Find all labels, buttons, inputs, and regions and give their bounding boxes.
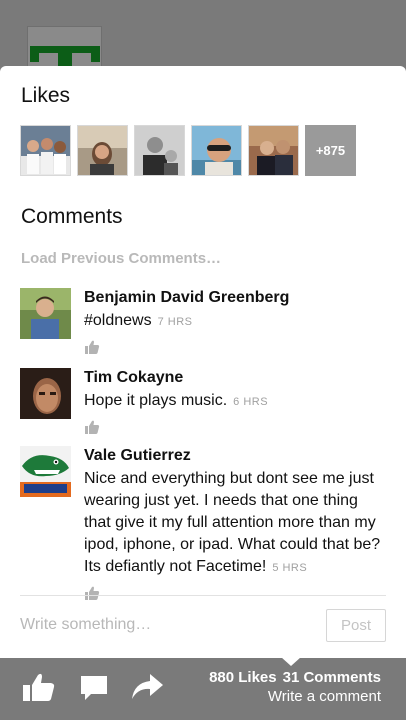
comment-text: #oldnews [84, 312, 152, 329]
comment-input[interactable] [20, 610, 310, 640]
share-icon[interactable] [130, 672, 164, 702]
likes-heading: Likes [21, 84, 71, 107]
comments-heading: Comments [21, 205, 123, 228]
commenter-avatar[interactable] [20, 288, 71, 339]
comment-timestamp: 6 HRS [233, 396, 269, 408]
commenter-name[interactable]: Benjamin David Greenberg [84, 288, 386, 308]
liker-avatar[interactable] [134, 125, 185, 176]
liker-avatar[interactable] [191, 125, 242, 176]
commenter-avatar[interactable] [20, 368, 71, 419]
post-button[interactable]: Post [326, 609, 386, 642]
commenter-avatar[interactable] [20, 446, 71, 497]
comment-text: Hope it plays music. [84, 392, 228, 409]
comments-count[interactable]: 31 Comments [283, 669, 381, 686]
likes-comments-sheet: Likes +875 Comments Load Previous Commen… [0, 66, 406, 658]
write-comment-link[interactable]: Write a comment [209, 688, 381, 705]
comment-text: Nice and everything but dont see me just… [84, 470, 381, 575]
commenter-name[interactable]: Tim Cokayne [84, 368, 386, 388]
like-icon[interactable] [22, 672, 56, 702]
comment-timestamp: 5 HRS [272, 562, 308, 574]
comment-like-icon[interactable] [84, 585, 100, 601]
comment-timestamp: 7 HRS [157, 316, 193, 328]
background-logo [30, 46, 100, 66]
comment-like-icon[interactable] [84, 339, 100, 355]
liker-avatar[interactable] [20, 125, 71, 176]
liker-avatar[interactable] [77, 125, 128, 176]
bottom-toolbar: 880 Likes 31 Comments Write a comment [0, 658, 406, 720]
commenter-name[interactable]: Vale Gutierrez [84, 446, 386, 466]
likers-avatar-row: +875 [20, 125, 356, 176]
load-previous-comments-link[interactable]: Load Previous Comments… [21, 250, 221, 267]
comment-icon[interactable] [77, 672, 111, 702]
liker-avatar[interactable] [248, 125, 299, 176]
engagement-summary[interactable]: 880 Likes 31 Comments Write a comment [209, 669, 381, 705]
comment-like-icon[interactable] [84, 419, 100, 435]
likes-count[interactable]: 880 Likes [209, 669, 277, 686]
more-likers-badge[interactable]: +875 [305, 125, 356, 176]
composer-divider [20, 595, 386, 596]
